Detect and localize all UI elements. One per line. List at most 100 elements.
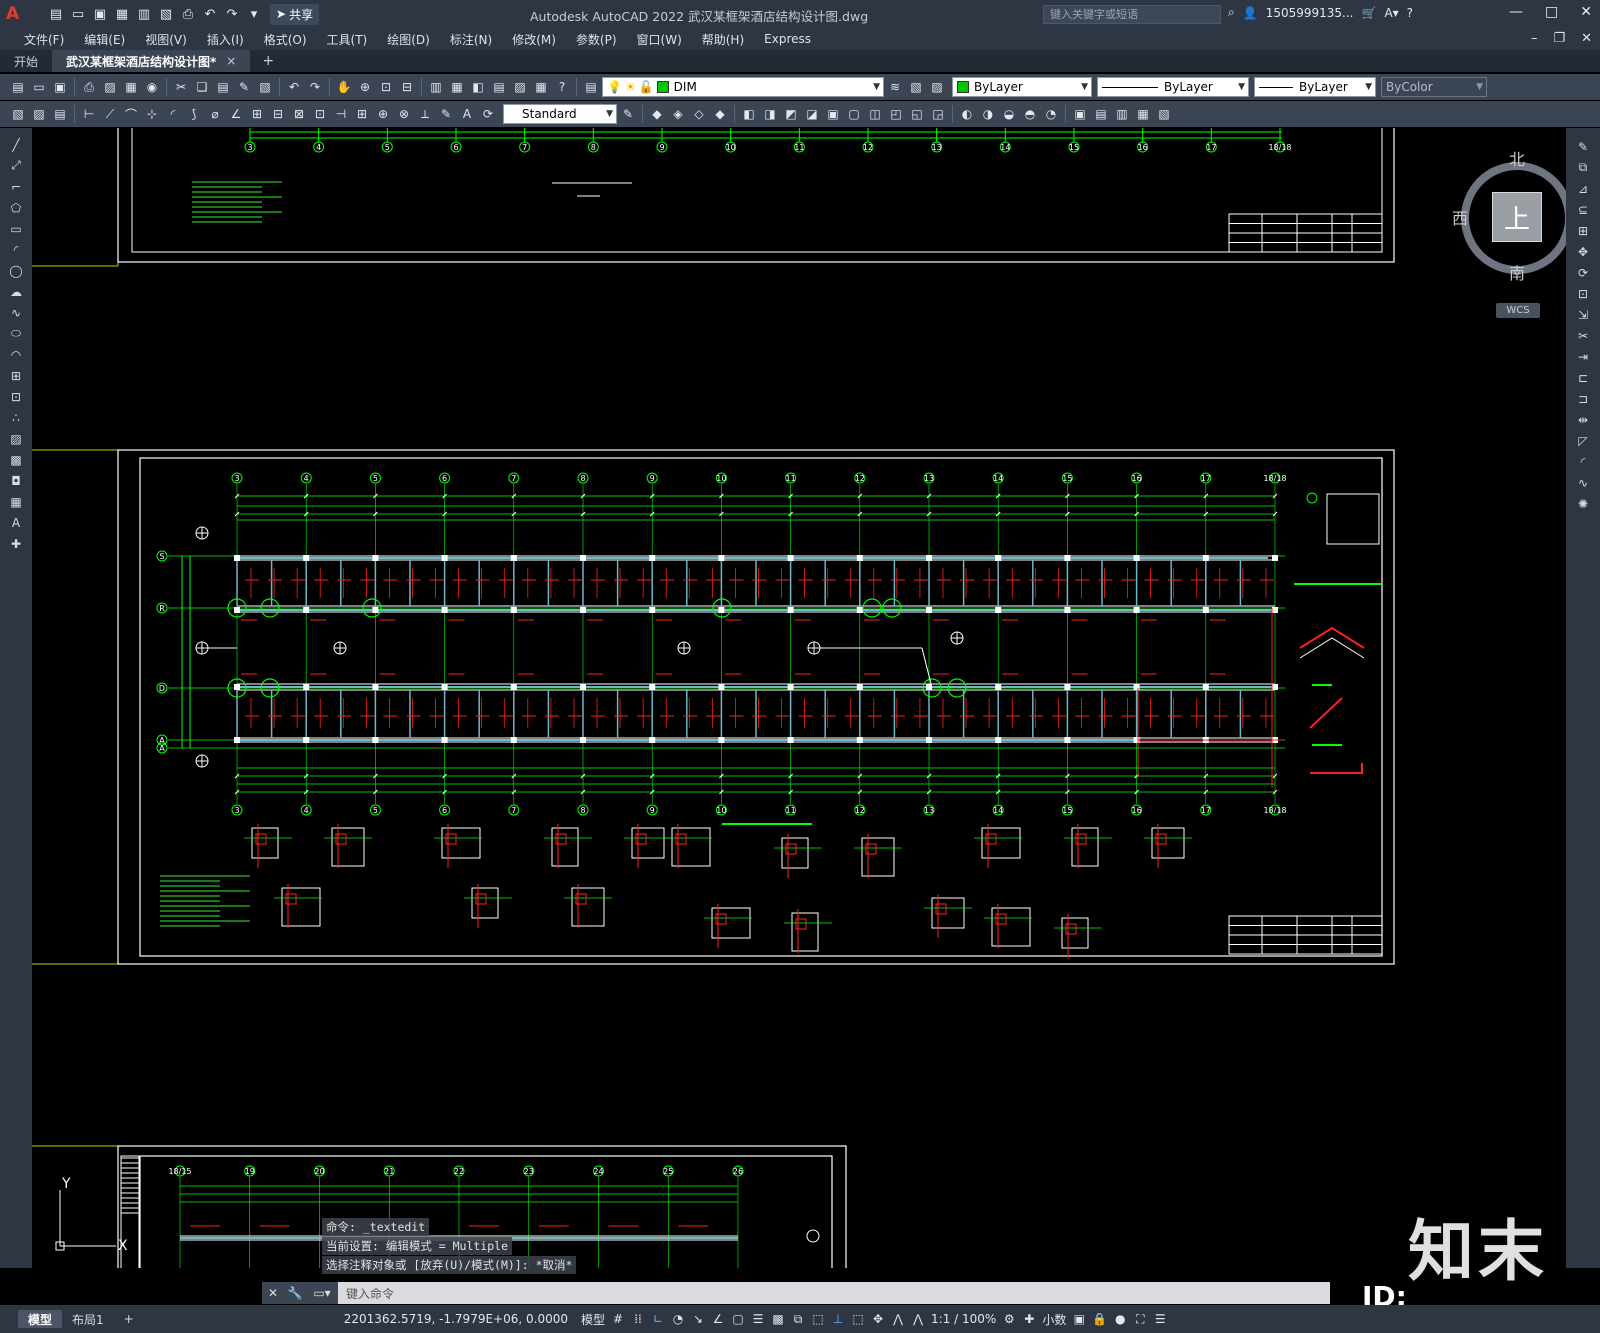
explode-icon[interactable]: ✺ bbox=[1573, 495, 1593, 512]
wcs-menu[interactable]: WCS bbox=[1496, 303, 1540, 318]
ordinate-dimension-icon[interactable]: ⊹ bbox=[142, 104, 162, 124]
gradient-icon[interactable]: ▩ bbox=[6, 451, 26, 468]
open-icon[interactable]: ▭ bbox=[68, 4, 88, 24]
3d-print-icon[interactable]: ◉ bbox=[142, 77, 162, 97]
layer-dropdown[interactable]: 💡 ☀ 🔓 DIM ▼ bbox=[602, 77, 884, 97]
design-center-icon[interactable]: ▦ bbox=[447, 77, 467, 97]
revision-cloud-icon[interactable]: ☁ bbox=[6, 283, 26, 300]
menu-item-10[interactable]: 窗口(W) bbox=[627, 31, 692, 48]
help-icon[interactable]: ? bbox=[1407, 6, 1413, 20]
offset-icon[interactable]: ⊆ bbox=[1573, 201, 1593, 218]
menu-item-3[interactable]: 插入(I) bbox=[197, 31, 254, 48]
new-tab-button[interactable]: + bbox=[250, 50, 286, 72]
visual-style-icon[interactable]: ◐ bbox=[957, 104, 977, 124]
model-space-canvas[interactable]: 3 4 5 6 7 8 9 10 11 12 13 14 15 16 17 18/18 3 3 4 4 5 5 6 6 7 7 8 8… bbox=[32, 128, 1566, 1268]
viewcube-top-face[interactable]: 上 bbox=[1492, 192, 1542, 242]
menu-item-7[interactable]: 标注(N) bbox=[440, 31, 502, 48]
polyline-icon[interactable]: ⌐ bbox=[6, 178, 26, 195]
modeling-icon[interactable]: ▢ bbox=[844, 104, 864, 124]
rectangle-icon[interactable]: ▭ bbox=[6, 220, 26, 237]
new-icon[interactable]: ▤ bbox=[46, 4, 66, 24]
sheet-set-icon[interactable]: ▤ bbox=[489, 77, 509, 97]
dimension-edit-icon[interactable]: ✎ bbox=[436, 104, 456, 124]
line-icon[interactable]: ╱ bbox=[6, 136, 26, 153]
spline-icon[interactable]: ∿ bbox=[6, 304, 26, 321]
center-mark-icon[interactable]: ⊕ bbox=[373, 104, 393, 124]
modeling-icon[interactable]: ◩ bbox=[781, 104, 801, 124]
dimension-space-icon[interactable]: ⊡ bbox=[310, 104, 330, 124]
move-icon[interactable]: ✥ bbox=[1573, 243, 1593, 260]
save-web-icon[interactable]: ▧ bbox=[156, 4, 176, 24]
array-icon[interactable]: ⊞ bbox=[1573, 222, 1593, 239]
add-layout-button[interactable]: + bbox=[114, 1310, 144, 1328]
quick-properties-icon[interactable]: ▣ bbox=[1069, 1309, 1089, 1329]
viewcube[interactable]: 北 南 东 西 上 WCS bbox=[1432, 138, 1566, 318]
zoom-realtime-icon[interactable]: ⊕ bbox=[355, 77, 375, 97]
selection-filter-icon[interactable]: ⬚ bbox=[848, 1309, 868, 1329]
markup-icon[interactable]: ▨ bbox=[510, 77, 530, 97]
view-icon[interactable]: ▣ bbox=[1070, 104, 1090, 124]
object-snap-icon[interactable]: ▢ bbox=[728, 1309, 748, 1329]
menu-item-1[interactable]: 编辑(E) bbox=[74, 31, 135, 48]
close-icon[interactable]: ✕ bbox=[1580, 4, 1592, 20]
dynamic-ucs-icon[interactable]: ⊥ bbox=[828, 1309, 848, 1329]
tab-start[interactable]: 开始 bbox=[0, 50, 52, 72]
snap-icon[interactable]: ⁞⁞ bbox=[628, 1309, 648, 1329]
doc-close-icon[interactable]: ✕ bbox=[1581, 31, 1592, 46]
3d-osnap-icon[interactable]: ⬚ bbox=[808, 1309, 828, 1329]
plot-preview-icon[interactable]: ▨ bbox=[100, 77, 120, 97]
tab-active-drawing[interactable]: 武汉某框架酒店结构设计图* × bbox=[52, 50, 251, 72]
grid-icon[interactable]: # bbox=[608, 1309, 628, 1329]
diameter-dimension-icon[interactable]: ⌀ bbox=[205, 104, 225, 124]
save-icon[interactable]: ▣ bbox=[50, 77, 70, 97]
open-web-icon[interactable]: ▥ bbox=[134, 4, 154, 24]
view-icon[interactable]: ▥ bbox=[1112, 104, 1132, 124]
customization-icon[interactable]: ☰ bbox=[1150, 1309, 1170, 1329]
block-editor-icon[interactable]: ▧ bbox=[255, 77, 275, 97]
construction-line-icon[interactable]: ⤢ bbox=[6, 157, 26, 174]
object-snap-tracking-icon[interactable]: ∠ bbox=[708, 1309, 728, 1329]
mirror-icon[interactable]: ⊿ bbox=[1573, 180, 1593, 197]
clean-screen-icon[interactable]: ⛶ bbox=[1130, 1309, 1150, 1329]
inspection-icon[interactable]: ⊗ bbox=[394, 104, 414, 124]
view-icon[interactable]: ▧ bbox=[1154, 104, 1174, 124]
tab-model[interactable]: 模型 bbox=[18, 1310, 63, 1328]
plot-icon[interactable]: ⎙ bbox=[79, 77, 99, 97]
visual-style-icon[interactable]: ◓ bbox=[1020, 104, 1040, 124]
save-icon[interactable]: ▣ bbox=[90, 4, 110, 24]
new-icon[interactable]: ▤ bbox=[8, 77, 28, 97]
compass-west[interactable]: 西 bbox=[1452, 205, 1468, 229]
cut-icon[interactable]: ✂ bbox=[171, 77, 191, 97]
redo-icon[interactable]: ↷ bbox=[305, 77, 325, 97]
copy-icon[interactable]: ⧉ bbox=[1573, 159, 1593, 176]
make-block-icon[interactable]: ⊡ bbox=[6, 388, 26, 405]
menu-item-4[interactable]: 格式(O) bbox=[254, 31, 317, 48]
dimension-text-edit-icon[interactable]: A bbox=[457, 104, 477, 124]
trim-icon[interactable]: ✂ bbox=[1573, 327, 1593, 344]
help-search-input[interactable]: 键入关键字或短语 bbox=[1043, 5, 1221, 24]
properties-icon[interactable]: ▥ bbox=[426, 77, 446, 97]
minimize-icon[interactable]: — bbox=[1509, 4, 1523, 20]
annotation-visibility-icon[interactable]: ⋀ bbox=[888, 1309, 908, 1329]
modeling-icon[interactable]: ◫ bbox=[865, 104, 885, 124]
save-as-icon[interactable]: ▦ bbox=[112, 4, 132, 24]
pan-icon[interactable]: ✋ bbox=[334, 77, 354, 97]
tool-palettes-icon[interactable]: ◧ bbox=[468, 77, 488, 97]
match-properties-icon[interactable]: ✎ bbox=[234, 77, 254, 97]
undo-icon[interactable]: ↶ bbox=[284, 77, 304, 97]
radius-dimension-icon[interactable]: ◜ bbox=[163, 104, 183, 124]
view-icon[interactable]: ▦ bbox=[1133, 104, 1153, 124]
modeling-icon[interactable]: ◨ bbox=[760, 104, 780, 124]
chamfer-icon[interactable]: ◸ bbox=[1573, 432, 1593, 449]
menu-item-9[interactable]: 参数(P) bbox=[566, 31, 627, 48]
coordinates-readout[interactable]: 2201362.5719, -1.7979E+06, 0.0000 bbox=[344, 1312, 568, 1326]
blend-icon[interactable]: ∿ bbox=[1573, 474, 1593, 491]
ellipse-icon[interactable]: ⬭ bbox=[6, 325, 26, 342]
point-icon[interactable]: ∴ bbox=[6, 409, 26, 426]
autocad-logo-icon[interactable]: A bbox=[6, 4, 26, 24]
modeling-icon[interactable]: ◪ bbox=[802, 104, 822, 124]
linear-dimension-icon[interactable]: ⊢ bbox=[79, 104, 99, 124]
gizmo-icon[interactable]: ✥ bbox=[868, 1309, 888, 1329]
command-input[interactable]: 键入命令 bbox=[346, 1285, 394, 1302]
user-icon[interactable]: 👤 bbox=[1243, 6, 1258, 20]
